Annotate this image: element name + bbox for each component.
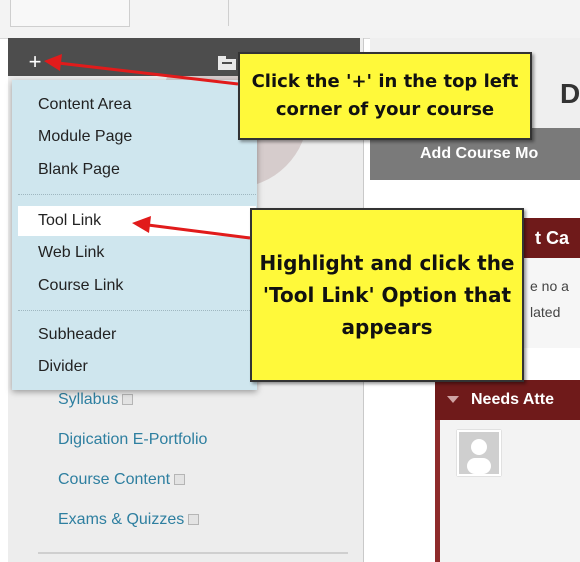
annotation-arrows — [44, 54, 251, 240]
arrow-to-tool-link-icon — [132, 216, 251, 240]
arrow-to-plus-icon — [44, 54, 239, 86]
